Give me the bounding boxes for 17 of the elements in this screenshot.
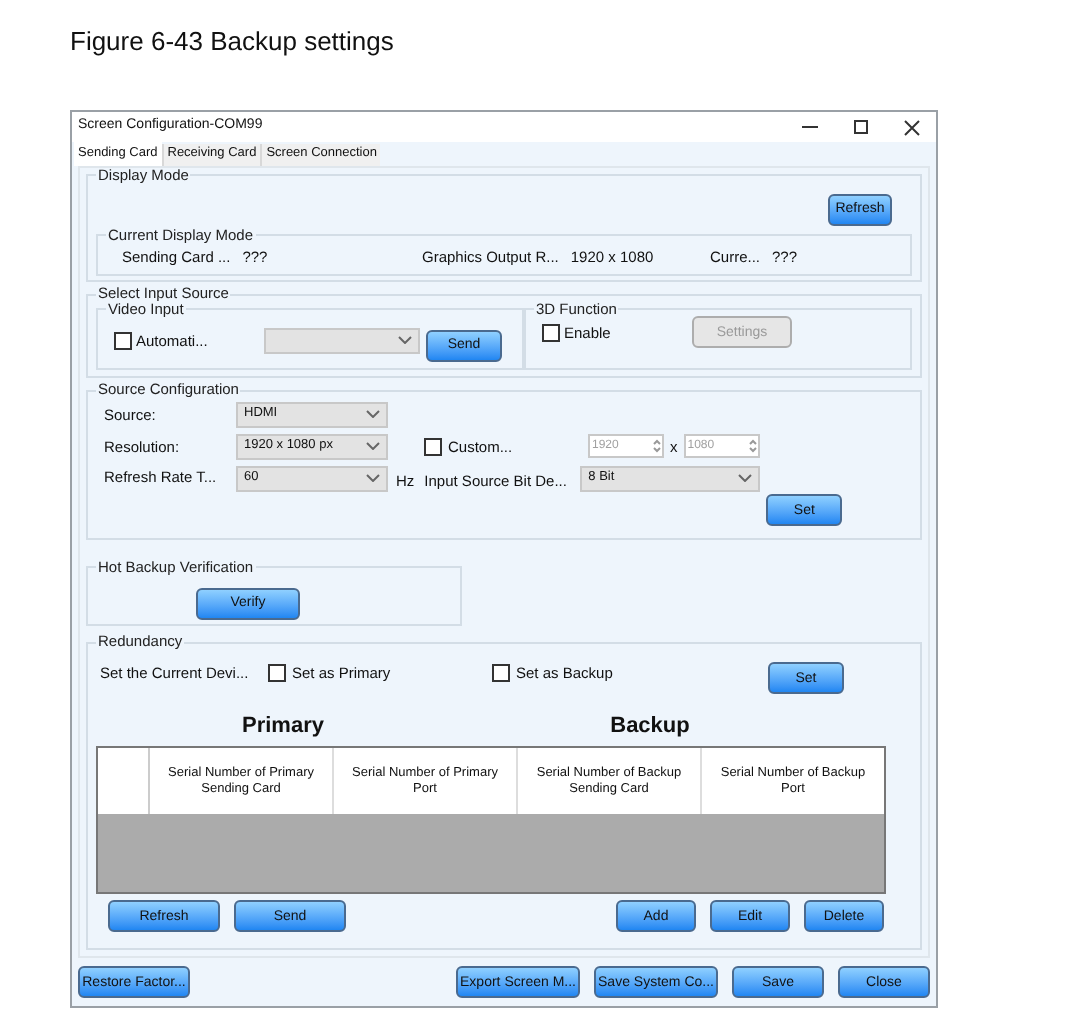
maximize-icon[interactable]: [854, 120, 868, 134]
checkbox[interactable]: [492, 664, 510, 683]
figure-caption: Figure 6-43 Backup settings: [70, 28, 394, 54]
checkbox[interactable]: [114, 331, 132, 350]
spinner-arrows-icon: [747, 438, 758, 455]
primary-heading: Primary: [242, 711, 324, 742]
chevron-down-icon: [366, 410, 380, 419]
checkbox[interactable]: [268, 664, 286, 683]
spinner-arrows-icon: [652, 438, 662, 455]
checkbox[interactable]: [424, 437, 442, 456]
chevron-down-icon: [398, 336, 412, 345]
chevron-down-icon: [738, 474, 753, 483]
chevron-down-icon: [366, 442, 380, 451]
chevron-down-icon: [366, 474, 380, 483]
checkbox[interactable]: [542, 323, 560, 342]
close-icon[interactable]: [904, 119, 920, 135]
backup-heading: Backup: [610, 711, 690, 742]
